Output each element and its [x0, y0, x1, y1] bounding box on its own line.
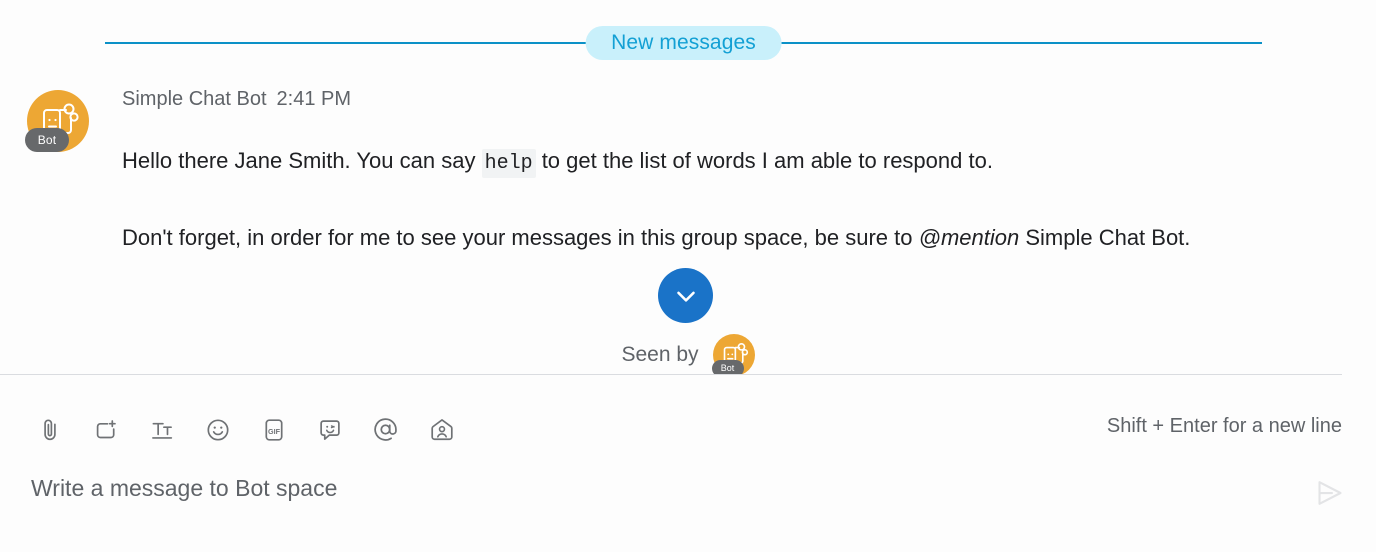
add-card-icon	[96, 419, 116, 438]
attach-file-icon	[43, 419, 56, 440]
attach-file-button[interactable]	[33, 413, 66, 446]
send-icon	[1318, 481, 1342, 505]
mention-icon	[374, 418, 397, 441]
seen-by-label: Seen by	[621, 343, 699, 366]
composer-toolbar: GIF	[33, 413, 458, 446]
format-text-button[interactable]	[145, 413, 178, 446]
emoji-icon	[206, 418, 229, 441]
emoji-button[interactable]	[201, 413, 234, 446]
add-people-icon	[430, 418, 453, 440]
avatar[interactable]: Bot	[25, 90, 89, 152]
chevron-down-icon	[676, 291, 695, 302]
sticker-icon	[319, 419, 340, 440]
chat-panel: New messages Bot Simple Chat Bot 2:41 PM…	[0, 0, 1376, 552]
new-line-hint: Shift + Enter for a new line	[1106, 415, 1342, 437]
gif-icon: GIF	[264, 418, 283, 441]
message-paragraph-2: Don't forget, in order for me to see you…	[122, 215, 1307, 261]
avatar-bot-badge: Bot	[25, 128, 69, 152]
message-meta: Simple Chat Bot 2:41 PM	[122, 88, 1356, 116]
paragraph-1-text-after: to get the list of words I am able to re…	[535, 148, 993, 173]
scroll-to-bottom-button[interactable]	[658, 268, 713, 323]
sticker-button[interactable]	[313, 413, 346, 446]
seen-by-row: Seen by Bot	[0, 334, 1376, 377]
add-people-button[interactable]	[425, 413, 458, 446]
composer-input-row	[0, 475, 1376, 505]
add-card-button[interactable]	[89, 413, 122, 446]
mention-emphasis: @mention	[918, 225, 1020, 250]
format-text-icon	[151, 422, 172, 439]
inline-code-help: help	[481, 149, 536, 178]
mention-button[interactable]	[369, 413, 402, 446]
paragraph-2-text-after: Simple Chat Bot.	[1019, 225, 1191, 250]
gif-label: GIF	[267, 426, 280, 435]
new-messages-divider: New messages	[105, 26, 1262, 60]
message-input[interactable]	[31, 475, 1261, 502]
message-body: Simple Chat Bot 2:41 PM Hello there Jane …	[122, 88, 1356, 261]
message-sender[interactable]: Simple Chat Bot	[122, 88, 267, 110]
message-composer: GIF Shift + Enter for a new line Write a…	[0, 375, 1376, 552]
message-paragraph-1: Hello there Jane Smith. You can say help…	[122, 138, 1307, 187]
message-timestamp: 2:41 PM	[276, 88, 351, 110]
paragraph-1-text-before: Hello there Jane Smith. You can say	[122, 148, 482, 173]
send-button[interactable]	[1308, 471, 1352, 515]
new-messages-label: New messages	[585, 26, 782, 60]
seen-by-avatar[interactable]: Bot	[711, 334, 755, 377]
gif-button[interactable]: GIF	[257, 413, 290, 446]
paragraph-2-text-before: Don't forget, in order for me to see you…	[122, 225, 919, 250]
